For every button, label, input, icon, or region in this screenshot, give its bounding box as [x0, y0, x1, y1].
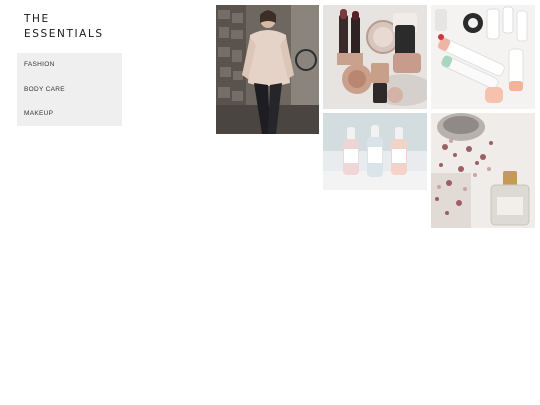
fashion-photo[interactable]: [216, 5, 319, 134]
serum-bottles-photo[interactable]: [323, 113, 427, 190]
nav-item-makeup[interactable]: MAKEUP: [24, 110, 53, 117]
nav-item-body-care[interactable]: BODY CARE: [24, 86, 65, 93]
skincare-tubes-photo[interactable]: [431, 5, 535, 109]
site-logo[interactable]: THE ESSENTIALS: [24, 12, 104, 42]
bath-oil-photo[interactable]: [431, 113, 535, 228]
makeup-photo[interactable]: [323, 5, 427, 109]
nav-item-fashion[interactable]: FASHION: [24, 61, 55, 68]
logo-line-1: THE: [24, 13, 50, 25]
category-nav: FASHION BODY CARE MAKEUP: [17, 53, 122, 126]
logo-line-2: ESSENTIALS: [24, 28, 104, 40]
